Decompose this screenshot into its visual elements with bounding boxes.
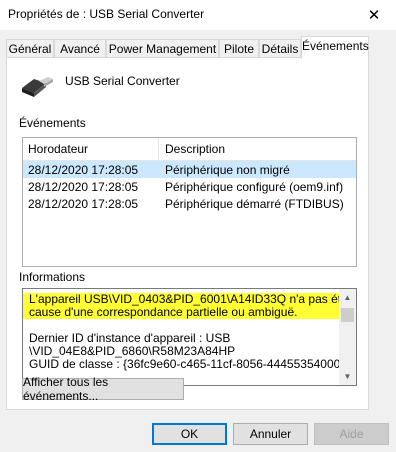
vertical-scrollbar[interactable]: ▲ ▼ — [339, 289, 356, 385]
tab-driver[interactable]: Pilote — [219, 39, 259, 58]
tab-power-management[interactable]: Power Management — [106, 39, 219, 58]
info-line: GUID de classe : {36fc9e60-c465-11cf-805… — [29, 357, 352, 371]
row-timestamp: 28/12/2020 17:28:05 — [28, 180, 139, 194]
column-header-timestamp[interactable]: Horodateur — [28, 142, 88, 156]
tab-advanced[interactable]: Avancé — [54, 39, 106, 58]
events-list[interactable]: Horodateur Description 28/12/2020 17:28:… — [22, 137, 357, 267]
close-icon: ✕ — [367, 7, 381, 24]
column-separator[interactable] — [158, 138, 159, 160]
table-row[interactable]: 28/12/2020 17:28:05 Périphérique configu… — [23, 178, 356, 195]
row-description: Périphérique configuré (oem9.inf) — [165, 180, 344, 194]
cancel-button[interactable]: Annuler — [233, 423, 308, 445]
close-button[interactable]: ✕ — [352, 0, 396, 30]
title-bar: Propriétés de : USB Serial Converter ✕ — [0, 0, 396, 30]
help-button[interactable]: Aide — [314, 423, 389, 445]
scroll-up-icon[interactable]: ▲ — [339, 289, 356, 306]
tab-general[interactable]: Général — [6, 39, 54, 58]
table-row[interactable]: 28/12/2020 17:28:05 Périphérique démarré… — [23, 195, 356, 212]
column-header-description[interactable]: Description — [165, 142, 225, 156]
row-timestamp: 28/12/2020 17:28:05 — [28, 197, 139, 211]
tab-details[interactable]: Détails — [259, 39, 301, 58]
row-description: Périphérique démarré (FTDIBUS) — [165, 197, 344, 211]
window-title: Propriétés de : USB Serial Converter — [8, 7, 205, 21]
scroll-down-icon[interactable]: ▼ — [339, 368, 356, 385]
events-section-label: Événements — [19, 116, 86, 130]
information-section-label: Informations — [19, 270, 86, 284]
show-all-events-button[interactable]: Afficher tous les événements... — [22, 375, 184, 403]
information-text: L'appareil USB\VID_0403&PID_6001\A14ID33… — [23, 293, 356, 371]
list-header: Horodateur Description — [23, 138, 356, 161]
info-line: cause d'une correspondance partielle ou … — [23, 306, 345, 319]
row-description: Périphérique non migré — [165, 163, 290, 177]
information-textbox[interactable]: L'appareil USB\VID_0403&PID_6001\A14ID33… — [22, 288, 357, 386]
ok-button[interactable]: OK — [152, 423, 227, 445]
table-row[interactable]: 28/12/2020 17:28:05 Périphérique non mig… — [23, 161, 356, 178]
usb-connector-icon — [22, 77, 53, 97]
row-timestamp: 28/12/2020 17:28:05 — [28, 163, 139, 177]
scroll-thumb[interactable] — [341, 308, 354, 322]
events-panel: USB Serial Converter Événements Horodate… — [6, 57, 369, 410]
tab-events[interactable]: Événements — [301, 36, 369, 59]
device-name: USB Serial Converter — [65, 74, 180, 88]
